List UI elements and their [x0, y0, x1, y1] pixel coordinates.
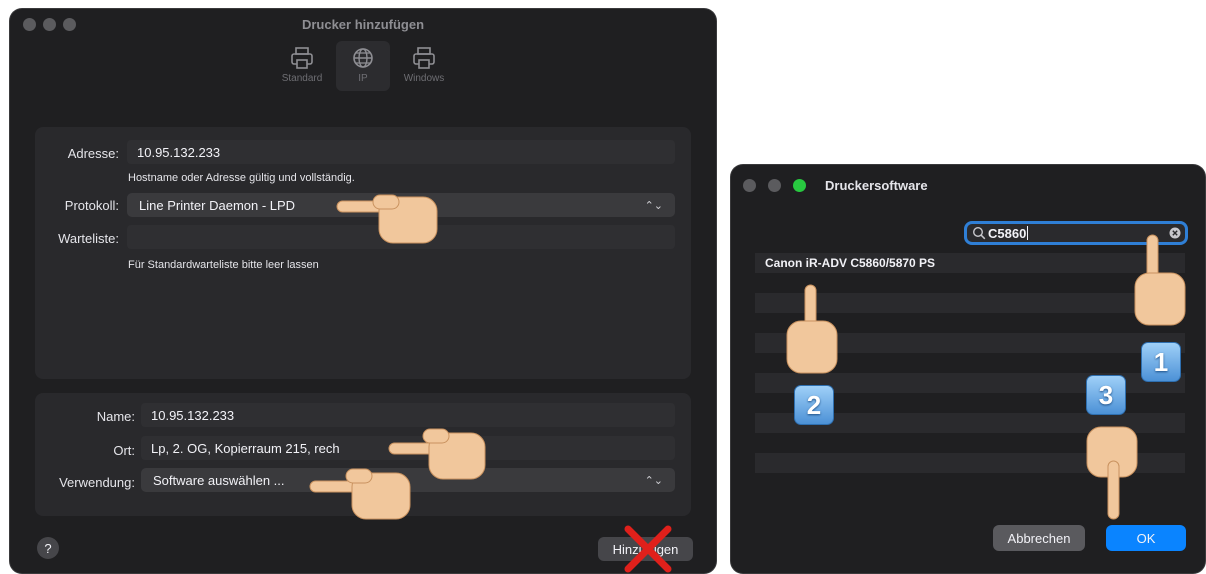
address-hint: Hostname oder Adresse gültig und vollstä… [128, 172, 355, 184]
printer-icon [413, 47, 435, 69]
tab-standard[interactable]: Standard [275, 41, 329, 91]
tab-label: Windows [403, 73, 445, 84]
chevron-up-down-icon: ⌃⌄ [644, 199, 663, 212]
chevron-up-down-icon: ⌃⌄ [644, 474, 663, 487]
tab-label: Standard [281, 73, 323, 84]
pointing-hand-icon [336, 194, 438, 244]
pointing-hand-icon [309, 468, 411, 520]
list-item[interactable]: Canon iR-ADV C5860/5870 PS [755, 253, 1185, 273]
address-label: Adresse: [67, 146, 119, 161]
connection-panel: Adresse: 10.95.132.233 Hostname oder Adr… [35, 127, 691, 379]
globe-icon [353, 48, 373, 68]
tab-label: IP [358, 73, 368, 84]
protocol-label: Protokoll: [64, 198, 119, 213]
search-icon [972, 226, 986, 240]
tab-windows[interactable]: Windows [397, 41, 451, 91]
text-caret [1027, 226, 1029, 240]
printer-software-window: Druckersoftware C5860 Canon iR-ADV C5860… [731, 165, 1205, 573]
step-badge-2: 2 [794, 385, 834, 425]
protocol-value: Line Printer Daemon - LPD [139, 197, 296, 213]
pointing-hand-icon [1086, 426, 1138, 520]
queue-hint: Für Standardwarteliste bitte leer lassen [128, 259, 319, 271]
usage-label: Verwendung: [59, 475, 135, 490]
zoom-window-button[interactable] [793, 179, 806, 192]
help-button[interactable]: ? [37, 537, 59, 559]
tab-ip[interactable]: IP [336, 41, 390, 91]
window-title: Druckersoftware [825, 178, 928, 193]
printer-icon [291, 47, 313, 69]
pointing-hand-icon [786, 284, 838, 374]
ok-button[interactable]: OK [1106, 525, 1186, 551]
close-window-button[interactable] [743, 179, 756, 192]
name-field[interactable]: 10.95.132.233 [141, 403, 675, 427]
step-badge-1: 1 [1141, 342, 1181, 382]
location-label: Ort: [113, 443, 135, 458]
pointing-hand-icon [1134, 234, 1186, 326]
name-label: Name: [96, 409, 135, 424]
usage-value: Software auswählen ... [153, 472, 285, 488]
search-input[interactable]: C5860 [988, 226, 1026, 241]
step-badge-3: 3 [1086, 375, 1126, 415]
cross-mark-icon [624, 525, 672, 573]
cancel-button[interactable]: Abbrechen [993, 525, 1085, 551]
window-title: Drucker hinzufügen [301, 17, 425, 32]
add-printer-window: Drucker hinzufügen Standard IP Windows A… [10, 9, 716, 573]
address-field[interactable]: 10.95.132.233 [127, 140, 675, 164]
queue-label: Warteliste: [58, 231, 119, 246]
minimize-window-button[interactable] [768, 179, 781, 192]
